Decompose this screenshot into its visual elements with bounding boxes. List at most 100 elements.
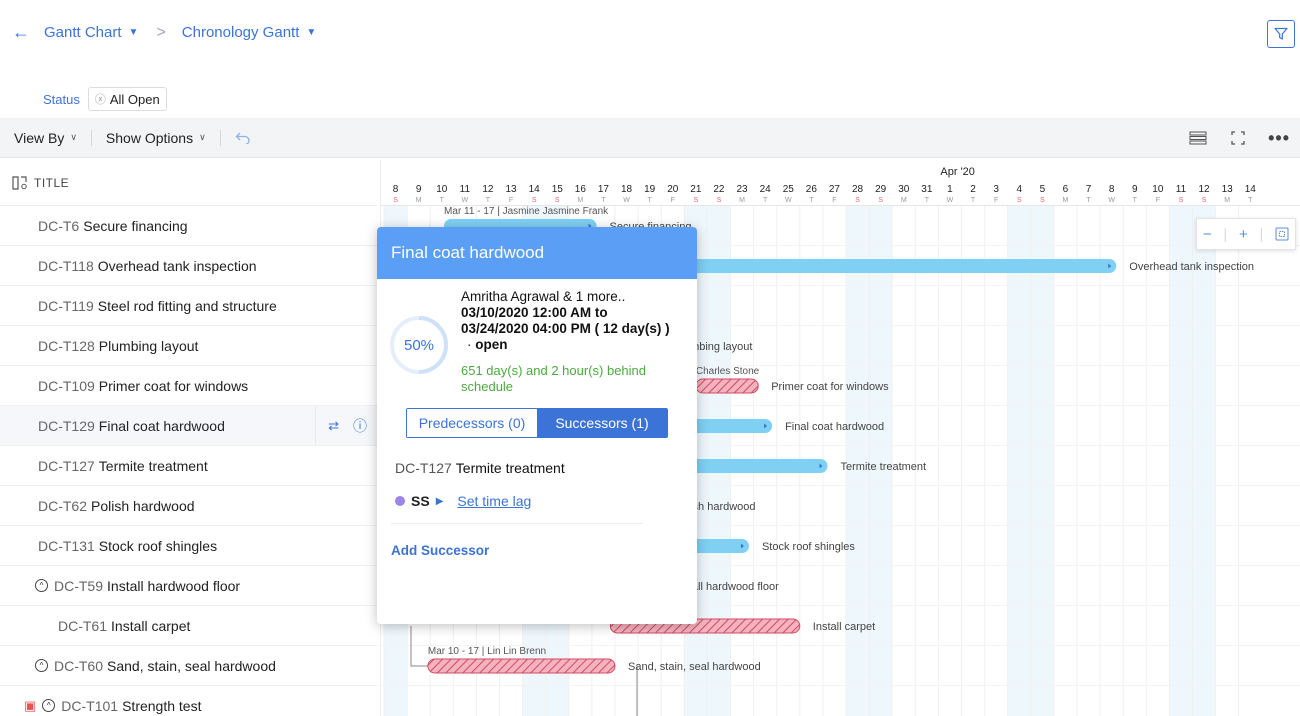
collapse-icon[interactable]: ^ [42,699,56,712]
zoom-out-button[interactable]: − [1203,226,1212,243]
successor-key: DC-T127 [395,460,452,476]
weekday-label: W [623,197,630,204]
weekday-label: T [440,197,445,204]
assignees[interactable]: Amritha Agrawal & 1 more.. [461,289,691,305]
status-filter-label[interactable]: Status [43,92,80,107]
table-row[interactable]: DC-T119 Steel rod fitting and structure [0,286,377,326]
status-chip-label: All Open [109,91,160,107]
dependency-tabs: Predecessors (0) Successors (1) [406,408,668,438]
task-title: Plumbing layout [98,337,199,354]
table-row[interactable]: ^ DC-T60 Sand, stain, seal hardwood [0,646,377,686]
table-row[interactable]: DC-T61 Install carpet [0,606,377,646]
popup-divider [391,523,643,524]
weekday-label: T [1133,197,1138,204]
tab-predecessors[interactable]: Predecessors (0) [407,409,537,437]
warning-calendar-icon: ▣ [24,697,37,713]
table-row[interactable]: DC-T109 Primer coat for windows [0,366,377,406]
task-assignment-info: Amritha Agrawal & 1 more.. 03/10/2020 12… [461,289,691,353]
breadcrumb: ← Gantt Chart ▼ > Chronology Gantt ▼ [12,22,334,43]
day-number-label: 24 [760,184,772,195]
breadcrumb-gantt-chart[interactable]: Gantt Chart [44,24,122,41]
weekday-label: M [901,197,907,204]
weekday-label: T [971,197,976,204]
undo-button[interactable] [221,132,265,144]
table-row[interactable]: ▣ ^ DC-T101 Strength test [0,686,377,716]
day-number-label: 21 [690,184,702,195]
collapse-icon[interactable]: ^ [35,579,48,592]
task-title: Steel rod fitting and structure [97,297,277,314]
day-number-label: 1 [947,184,953,195]
day-number-label: 14 [1245,184,1257,195]
table-row[interactable]: DC-T127 Termite treatment [0,446,377,486]
day-number-label: 11 [1176,184,1187,195]
weekday-label: M [1224,197,1230,204]
task-key: DC-T128 [38,337,95,354]
clear-circle-icon[interactable]: ⓧ [95,91,106,107]
show-options-dropdown[interactable]: Show Options ∨ [92,130,220,146]
zoom-in-button[interactable]: + [1239,226,1248,243]
weekday-label: F [994,197,998,204]
successor-item[interactable]: DC-T127 Termite treatment [395,460,565,476]
weekend-column [1007,206,1031,716]
task-title: Overhead tank inspection [97,257,257,274]
column-settings-icon[interactable] [1188,131,1208,145]
weekday-label: S [1017,197,1022,204]
day-number-label: 17 [598,184,610,195]
day-number-label: 26 [806,184,818,195]
table-row[interactable]: ^ DC-T59 Install hardwood floor [0,566,377,606]
show-options-label: Show Options [105,129,194,146]
weekday-label: F [671,197,675,204]
day-number-label: 18 [621,184,633,195]
breadcrumb-chronology-gantt[interactable]: Chronology Gantt [182,24,300,41]
set-time-lag-link[interactable]: Set time lag [457,493,531,509]
table-row[interactable]: DC-T118 Overhead tank inspection [0,246,377,286]
day-number-label: 22 [713,184,725,195]
day-number-label: 10 [436,184,448,195]
task-key: DC-T127 [38,457,95,474]
weekday-label: W [947,197,954,204]
weekday-label: S [532,197,537,204]
day-number-label: 4 [1016,184,1022,195]
bar-label: Overhead tank inspection [1129,261,1254,273]
zoom-divider: | [1223,225,1228,243]
status-filter-chip[interactable]: ⓧ All Open [87,87,167,111]
table-row[interactable]: DC-T129 Final coat hardwood ⇄ ⓘ [0,406,377,446]
zoom-controls: − | + | [1196,218,1296,250]
successor-name: Termite treatment [455,460,565,476]
table-row[interactable]: DC-T128 Plumbing layout [0,326,377,366]
gantt-page: ← Gantt Chart ▼ > Chronology Gantt ▼ Sta… [0,0,1300,716]
dependency-icon[interactable]: ⇄ [328,418,339,434]
fullscreen-icon[interactable] [1230,130,1246,146]
row-actions: ⇄ ⓘ [315,406,377,445]
title-column-header[interactable]: TITLE [0,160,377,206]
bar-label: Primer coat for windows [771,381,889,393]
back-arrow-icon[interactable]: ← [12,22,30,43]
play-triangle-icon[interactable]: ▶ [436,496,444,507]
view-by-dropdown[interactable]: View By ∨ [0,130,91,146]
chevron-down-icon: ∨ [199,132,206,142]
collapse-icon[interactable]: ^ [35,659,48,672]
caret-down-icon[interactable]: ▼ [306,27,316,38]
day-number-label: 9 [1132,184,1138,195]
info-icon[interactable]: ⓘ [353,416,367,436]
table-row[interactable]: DC-T131 Stock roof shingles [0,526,377,566]
task-title: Primer coat for windows [98,377,249,394]
weekend-column [1192,206,1216,716]
add-successor-button[interactable]: Add Successor [391,543,489,558]
caret-down-icon[interactable]: ▼ [129,27,139,38]
day-number-label: 10 [1152,184,1164,195]
day-number-label: 27 [829,184,841,195]
more-options-icon[interactable]: ••• [1268,128,1290,149]
table-row[interactable]: DC-T6 Secure financing [0,206,377,246]
filter-button[interactable] [1267,20,1295,48]
undo-icon [235,132,250,144]
popup-title: Final coat hardwood [377,227,697,279]
task-title: Termite treatment [98,457,208,474]
dependency-type[interactable]: SS [411,493,430,509]
chevron-down-icon: ∨ [70,132,77,142]
fit-to-screen-icon[interactable] [1275,227,1289,241]
table-row[interactable]: DC-T62 Polish hardwood [0,486,377,526]
tab-successors[interactable]: Successors (1) [537,409,667,437]
schedule-delay-text: 651 day(s) and 2 hour(s) behind schedule [461,363,647,394]
bar-label: Final coat hardwood [785,421,884,433]
